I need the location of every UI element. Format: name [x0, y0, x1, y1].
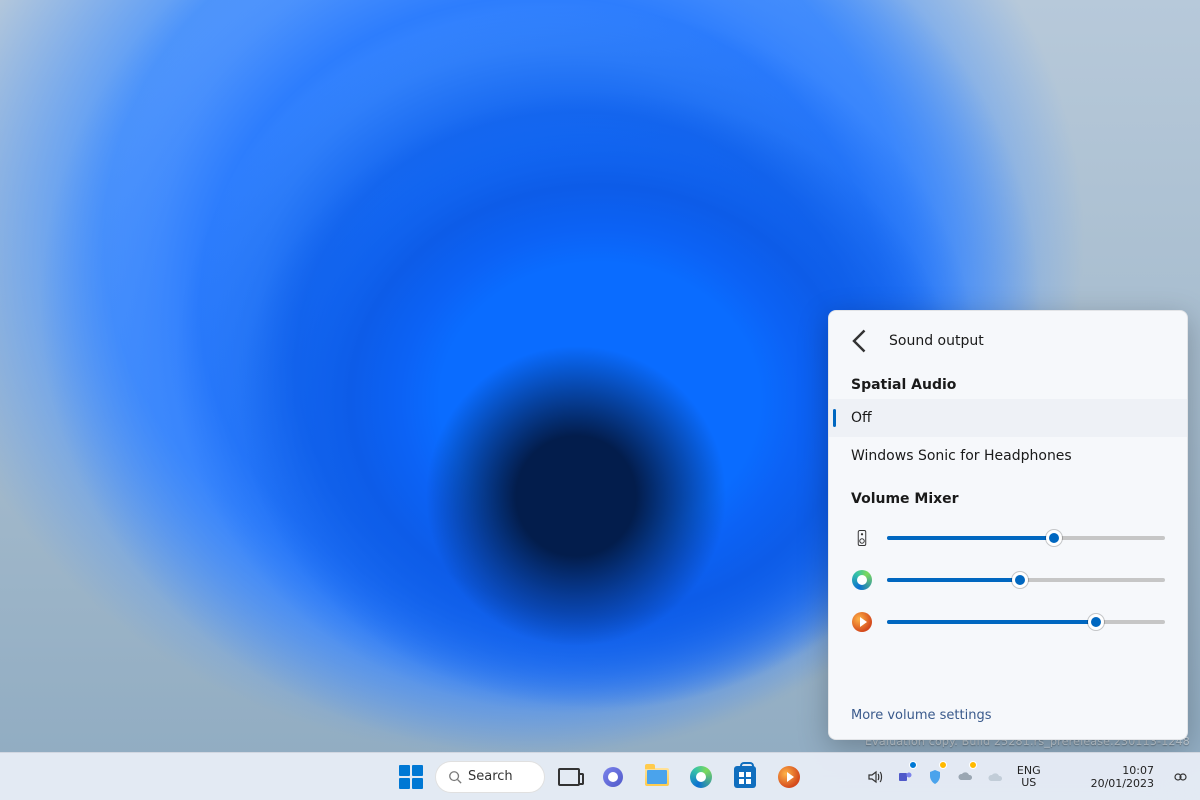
store-icon: [734, 766, 756, 788]
media-player-button[interactable]: [769, 757, 809, 797]
microsoft-store-button[interactable]: [725, 757, 765, 797]
media-player-icon: [778, 766, 800, 788]
tray-clock[interactable]: 10:07 20/01/2023: [1081, 757, 1164, 797]
warning-badge-icon: [939, 761, 947, 769]
tray-language-switcher[interactable]: ENG US: [1011, 757, 1047, 797]
volume-slider-system-speaker[interactable]: [887, 536, 1165, 540]
more-volume-settings-link[interactable]: More volume settings: [829, 692, 1187, 739]
spatial-audio-heading: Spatial Audio: [829, 361, 1187, 399]
search-button[interactable]: Search: [435, 761, 545, 793]
tray-show-desktop[interactable]: [1166, 757, 1194, 797]
tray-quick-settings[interactable]: [1049, 757, 1079, 797]
mixer-row-edge: [851, 559, 1165, 601]
tray-sound-icon[interactable]: [861, 757, 889, 797]
edge-button[interactable]: [681, 757, 721, 797]
onedrive-icon: [957, 769, 973, 785]
clock-time: 10:07: [1091, 764, 1154, 777]
notification-badge-icon: [909, 761, 917, 769]
folder-icon: [645, 768, 669, 786]
flyout-title: Sound output: [889, 333, 984, 349]
chat-icon: [603, 767, 623, 787]
edge-icon: [690, 766, 712, 788]
teams-icon: [897, 769, 913, 785]
back-button[interactable]: [847, 327, 875, 355]
shield-icon: [927, 769, 943, 785]
volume-slider-media-player[interactable]: [887, 620, 1165, 624]
speaker-icon: [867, 769, 883, 785]
volume-mixer-heading: Volume Mixer: [829, 475, 1187, 513]
spatial-option-off[interactable]: Off: [829, 399, 1187, 437]
clock-date: 20/01/2023: [1091, 777, 1154, 790]
tray-teams-icon[interactable]: [891, 757, 919, 797]
copilot-icon: [1172, 769, 1188, 785]
chat-button[interactable]: [593, 757, 633, 797]
cloud-icon: [987, 769, 1003, 785]
start-button[interactable]: [391, 757, 431, 797]
mixer-row-media-player: [851, 601, 1165, 643]
task-view-button[interactable]: [549, 757, 589, 797]
tray-weather-icon[interactable]: [981, 757, 1009, 797]
task-view-icon: [558, 768, 580, 786]
tray-onedrive-icon[interactable]: [951, 757, 979, 797]
volume-slider-edge[interactable]: [887, 578, 1165, 582]
lang-secondary: US: [1017, 777, 1041, 789]
media-player-icon: [851, 611, 873, 633]
lang-primary: ENG: [1017, 765, 1041, 777]
system-speaker-icon: [851, 527, 873, 549]
tray-security-icon[interactable]: [921, 757, 949, 797]
search-label: Search: [468, 769, 513, 784]
file-explorer-button[interactable]: [637, 757, 677, 797]
sound-output-flyout: Sound output Spatial Audio OffWindows So…: [828, 310, 1188, 740]
edge-icon: [851, 569, 873, 591]
search-icon: [448, 770, 462, 784]
mixer-row-system-speaker: [851, 517, 1165, 559]
windows-logo-icon: [399, 765, 423, 789]
taskbar: Search: [0, 752, 1200, 800]
arrow-left-icon: [847, 327, 875, 355]
spatial-option-windows-sonic-for-headphones[interactable]: Windows Sonic for Headphones: [829, 437, 1187, 475]
warning-badge-icon: [969, 761, 977, 769]
